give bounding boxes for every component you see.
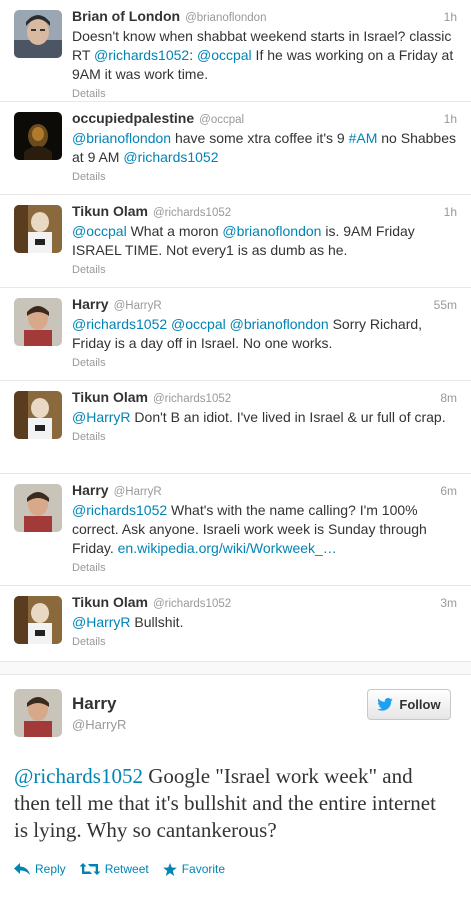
author-name[interactable]: Tikun Olam (72, 594, 148, 610)
tweet-item[interactable]: Tikun Olam @richards1052 8m @HarryR Don'… (0, 381, 471, 474)
timestamp[interactable]: 1h (444, 205, 457, 219)
avatar[interactable] (14, 484, 62, 532)
twitter-bird-icon (377, 698, 394, 711)
avatar[interactable] (14, 298, 62, 346)
author-name[interactable]: occupiedpalestine (72, 110, 194, 126)
mention-link[interactable]: @HarryR (72, 409, 131, 425)
author-handle[interactable]: @HarryR (114, 486, 162, 498)
tweet-item[interactable]: Tikun Olam @richards1052 1h @occpal What… (0, 195, 471, 288)
tweet-item[interactable]: Brian of London @brianoflondon 1h Doesn'… (0, 0, 471, 102)
tweet-text: @richards1052 What's with the name calli… (72, 502, 427, 556)
details-link[interactable]: Details (72, 171, 106, 183)
mention-link[interactable]: @HarryR (72, 614, 131, 630)
details-link[interactable]: Details (72, 562, 106, 574)
timestamp[interactable]: 1h (444, 112, 457, 126)
author-handle[interactable]: @occpal (199, 114, 244, 126)
tweet-text: @HarryR Bullshit. (72, 614, 184, 630)
mention-link[interactable]: @richards1052 (14, 764, 143, 788)
tweet-item[interactable]: Harry @HarryR 6m @richards1052 What's wi… (0, 474, 471, 586)
retweet-button[interactable]: Retweet (79, 862, 149, 876)
timestamp[interactable]: 6m (440, 484, 457, 498)
tweet-item[interactable]: Harry @HarryR 55m @richards1052 @occpal … (0, 288, 471, 381)
retweet-icon (79, 863, 100, 875)
follow-button[interactable]: Follow (367, 689, 451, 720)
tweet-item[interactable]: Tikun Olam @richards1052 3m @HarryR Bull… (0, 586, 471, 662)
mention-link[interactable]: @brianoflondon (230, 316, 329, 332)
author-name[interactable]: Harry (72, 482, 109, 498)
reply-icon (14, 863, 30, 875)
mention-link[interactable]: @occpal (72, 223, 127, 239)
mention-link[interactable]: @brianoflondon (222, 223, 321, 239)
star-icon (162, 862, 177, 876)
details-link[interactable]: Details (72, 264, 106, 276)
tweet-text: @HarryR Don't B an idiot. I've lived in … (72, 409, 446, 425)
favorite-button[interactable]: Favorite (162, 862, 226, 876)
author-handle[interactable]: @richards1052 (153, 207, 231, 219)
avatar[interactable] (14, 112, 62, 160)
url-link[interactable]: en.wikipedia.org/wiki/Workweek_… (118, 540, 337, 556)
timestamp[interactable]: 3m (440, 596, 457, 610)
author-handle[interactable]: @richards1052 (153, 598, 231, 610)
author-handle[interactable]: @HarryR (114, 300, 162, 312)
tweet-text: Doesn't know when shabbat weekend starts… (72, 28, 454, 82)
conversation-stream: Brian of London @brianoflondon 1h Doesn'… (0, 0, 471, 897)
mention-link[interactable]: @richards1052 (72, 316, 167, 332)
author-name[interactable]: Brian of London (72, 8, 180, 24)
tweet-text: @brianoflondon have some xtra coffee it'… (72, 130, 456, 165)
hashtag-link[interactable]: #AM (349, 130, 378, 146)
timestamp[interactable]: 8m (440, 391, 457, 405)
tweet-actions: Reply Retweet Favorite (14, 862, 457, 876)
author-handle[interactable]: @richards1052 (153, 393, 231, 405)
mention-link[interactable]: @richards1052 (72, 502, 167, 518)
avatar[interactable] (14, 391, 62, 439)
reply-label: Reply (35, 862, 66, 876)
tweet-text: @richards1052 @occpal @brianoflondon Sor… (72, 316, 423, 351)
avatar[interactable] (14, 10, 62, 58)
details-link[interactable]: Details (72, 88, 106, 100)
avatar[interactable] (14, 689, 62, 737)
retweet-label: Retweet (104, 862, 149, 876)
mention-link[interactable]: @occpal (171, 316, 226, 332)
follow-label: Follow (399, 697, 441, 712)
avatar[interactable] (14, 596, 62, 644)
mention-link[interactable]: @richards1052 (123, 149, 218, 165)
author-handle[interactable]: @brianoflondon (185, 12, 266, 24)
details-link[interactable]: Details (72, 357, 106, 369)
details-link[interactable]: Details (72, 636, 106, 648)
divider (0, 662, 471, 674)
mention-link[interactable]: @brianoflondon (72, 130, 171, 146)
author-name[interactable]: Tikun Olam (72, 203, 148, 219)
mention-link[interactable]: @occpal (197, 47, 252, 63)
tweet-text: @occpal What a moron @brianoflondon is. … (72, 223, 415, 258)
tweet-item[interactable]: occupiedpalestine @occpal 1h @brianoflon… (0, 102, 471, 195)
avatar[interactable] (14, 205, 62, 253)
timestamp[interactable]: 1h (444, 10, 457, 24)
timestamp[interactable]: 55m (434, 298, 457, 312)
mention-link[interactable]: @richards1052 (94, 47, 189, 63)
author-name[interactable]: Tikun Olam (72, 389, 148, 405)
expanded-tweet: Harry @HarryR Follow @richards1052 Googl… (0, 674, 471, 897)
details-link[interactable]: Details (72, 431, 106, 443)
author-name[interactable]: Harry (72, 296, 109, 312)
tweet-text: @richards1052 Google "Israel work week" … (14, 764, 436, 842)
favorite-label: Favorite (181, 862, 226, 876)
reply-button[interactable]: Reply (14, 862, 66, 876)
